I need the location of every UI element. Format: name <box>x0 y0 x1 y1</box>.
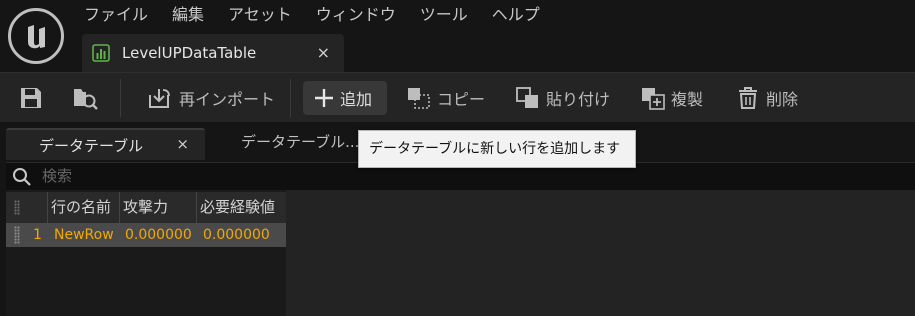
column-header-row-name[interactable]: 行の名前 <box>47 192 119 223</box>
search-icon <box>13 168 31 186</box>
data-table-grid: 行の名前 攻撃力 必要経験値 1 NewRow 0.000000 0.00000… <box>6 190 286 316</box>
plus-icon <box>315 89 333 107</box>
menu-window[interactable]: ウィンドウ <box>304 3 408 27</box>
attack-cell[interactable]: 0.000000 <box>125 223 195 247</box>
menu-file[interactable]: ファイル <box>72 3 160 27</box>
add-row-tooltip: データテーブルに新しい行を追加します <box>358 130 636 168</box>
title-bar: ファイル 編集 アセット ウィンドウ ツール ヘルプ LevelUPDataTa… <box>0 0 915 72</box>
reimport-button[interactable]: 再インポート <box>146 81 275 115</box>
unreal-logo-icon[interactable] <box>8 8 64 64</box>
toolbar-separator <box>120 79 121 117</box>
column-header-attack[interactable]: 攻撃力 <box>119 192 196 223</box>
asset-editor-tab[interactable]: LevelUPDataTable × <box>82 34 344 72</box>
menu-bar: ファイル 編集 アセット ウィンドウ ツール ヘルプ <box>72 3 552 27</box>
paste-button[interactable]: 貼り付け <box>515 81 610 115</box>
paste-label: 貼り付け <box>546 90 611 109</box>
add-row-label: 追加 <box>340 90 373 109</box>
menu-tools[interactable]: ツール <box>408 3 480 27</box>
data-table-icon <box>92 44 110 62</box>
tab-close-button[interactable]: × <box>176 135 189 153</box>
tab-data-table-details[interactable]: データテーブル... <box>241 131 359 152</box>
required-exp-cell[interactable]: 0.000000 <box>203 223 283 247</box>
browse-button[interactable] <box>70 81 104 115</box>
duplicate-icon <box>642 88 665 110</box>
browse-folder-icon <box>74 89 98 110</box>
asset-tab-label: LevelUPDataTable <box>122 44 257 62</box>
menu-asset[interactable]: アセット <box>216 3 304 27</box>
toolbar: 再インポート 追加 コピー 貼り付け 複製 削除 <box>0 72 915 122</box>
menu-edit[interactable]: 編集 <box>160 3 216 27</box>
tab-data-table-label: データテーブル <box>39 136 144 155</box>
reimport-label: 再インポート <box>179 90 276 109</box>
copy-button[interactable]: コピー <box>406 81 485 115</box>
asset-tab-close-button[interactable]: × <box>317 43 330 62</box>
copy-label: コピー <box>437 90 486 109</box>
tab-data-table[interactable]: データテーブル × <box>6 128 205 160</box>
trash-icon <box>739 87 757 109</box>
table-header: 行の名前 攻撃力 必要経験値 <box>6 192 286 223</box>
duplicate-button[interactable]: 複製 <box>640 81 703 115</box>
row-drag-handle[interactable] <box>6 223 32 247</box>
row-index: 1 <box>33 227 42 243</box>
reimport-icon <box>149 89 170 108</box>
table-row[interactable]: 1 NewRow 0.000000 0.000000 <box>6 223 286 247</box>
paste-icon <box>516 87 538 108</box>
column-header-required-exp[interactable]: 必要経験値 <box>196 192 286 223</box>
add-row-button[interactable]: 追加 <box>303 81 387 115</box>
floppy-disk-icon <box>21 88 41 108</box>
delete-label: 削除 <box>766 90 799 109</box>
row-name-cell[interactable]: NewRow <box>54 223 116 247</box>
copy-icon <box>408 88 430 109</box>
drag-handle <box>6 192 32 223</box>
duplicate-label: 複製 <box>671 90 704 109</box>
save-button[interactable] <box>18 81 48 115</box>
row-editor-panel <box>286 190 915 316</box>
search-input[interactable] <box>42 165 342 187</box>
toolbar-separator <box>290 79 291 117</box>
menu-help[interactable]: ヘルプ <box>480 3 552 27</box>
delete-button[interactable]: 削除 <box>735 81 798 115</box>
